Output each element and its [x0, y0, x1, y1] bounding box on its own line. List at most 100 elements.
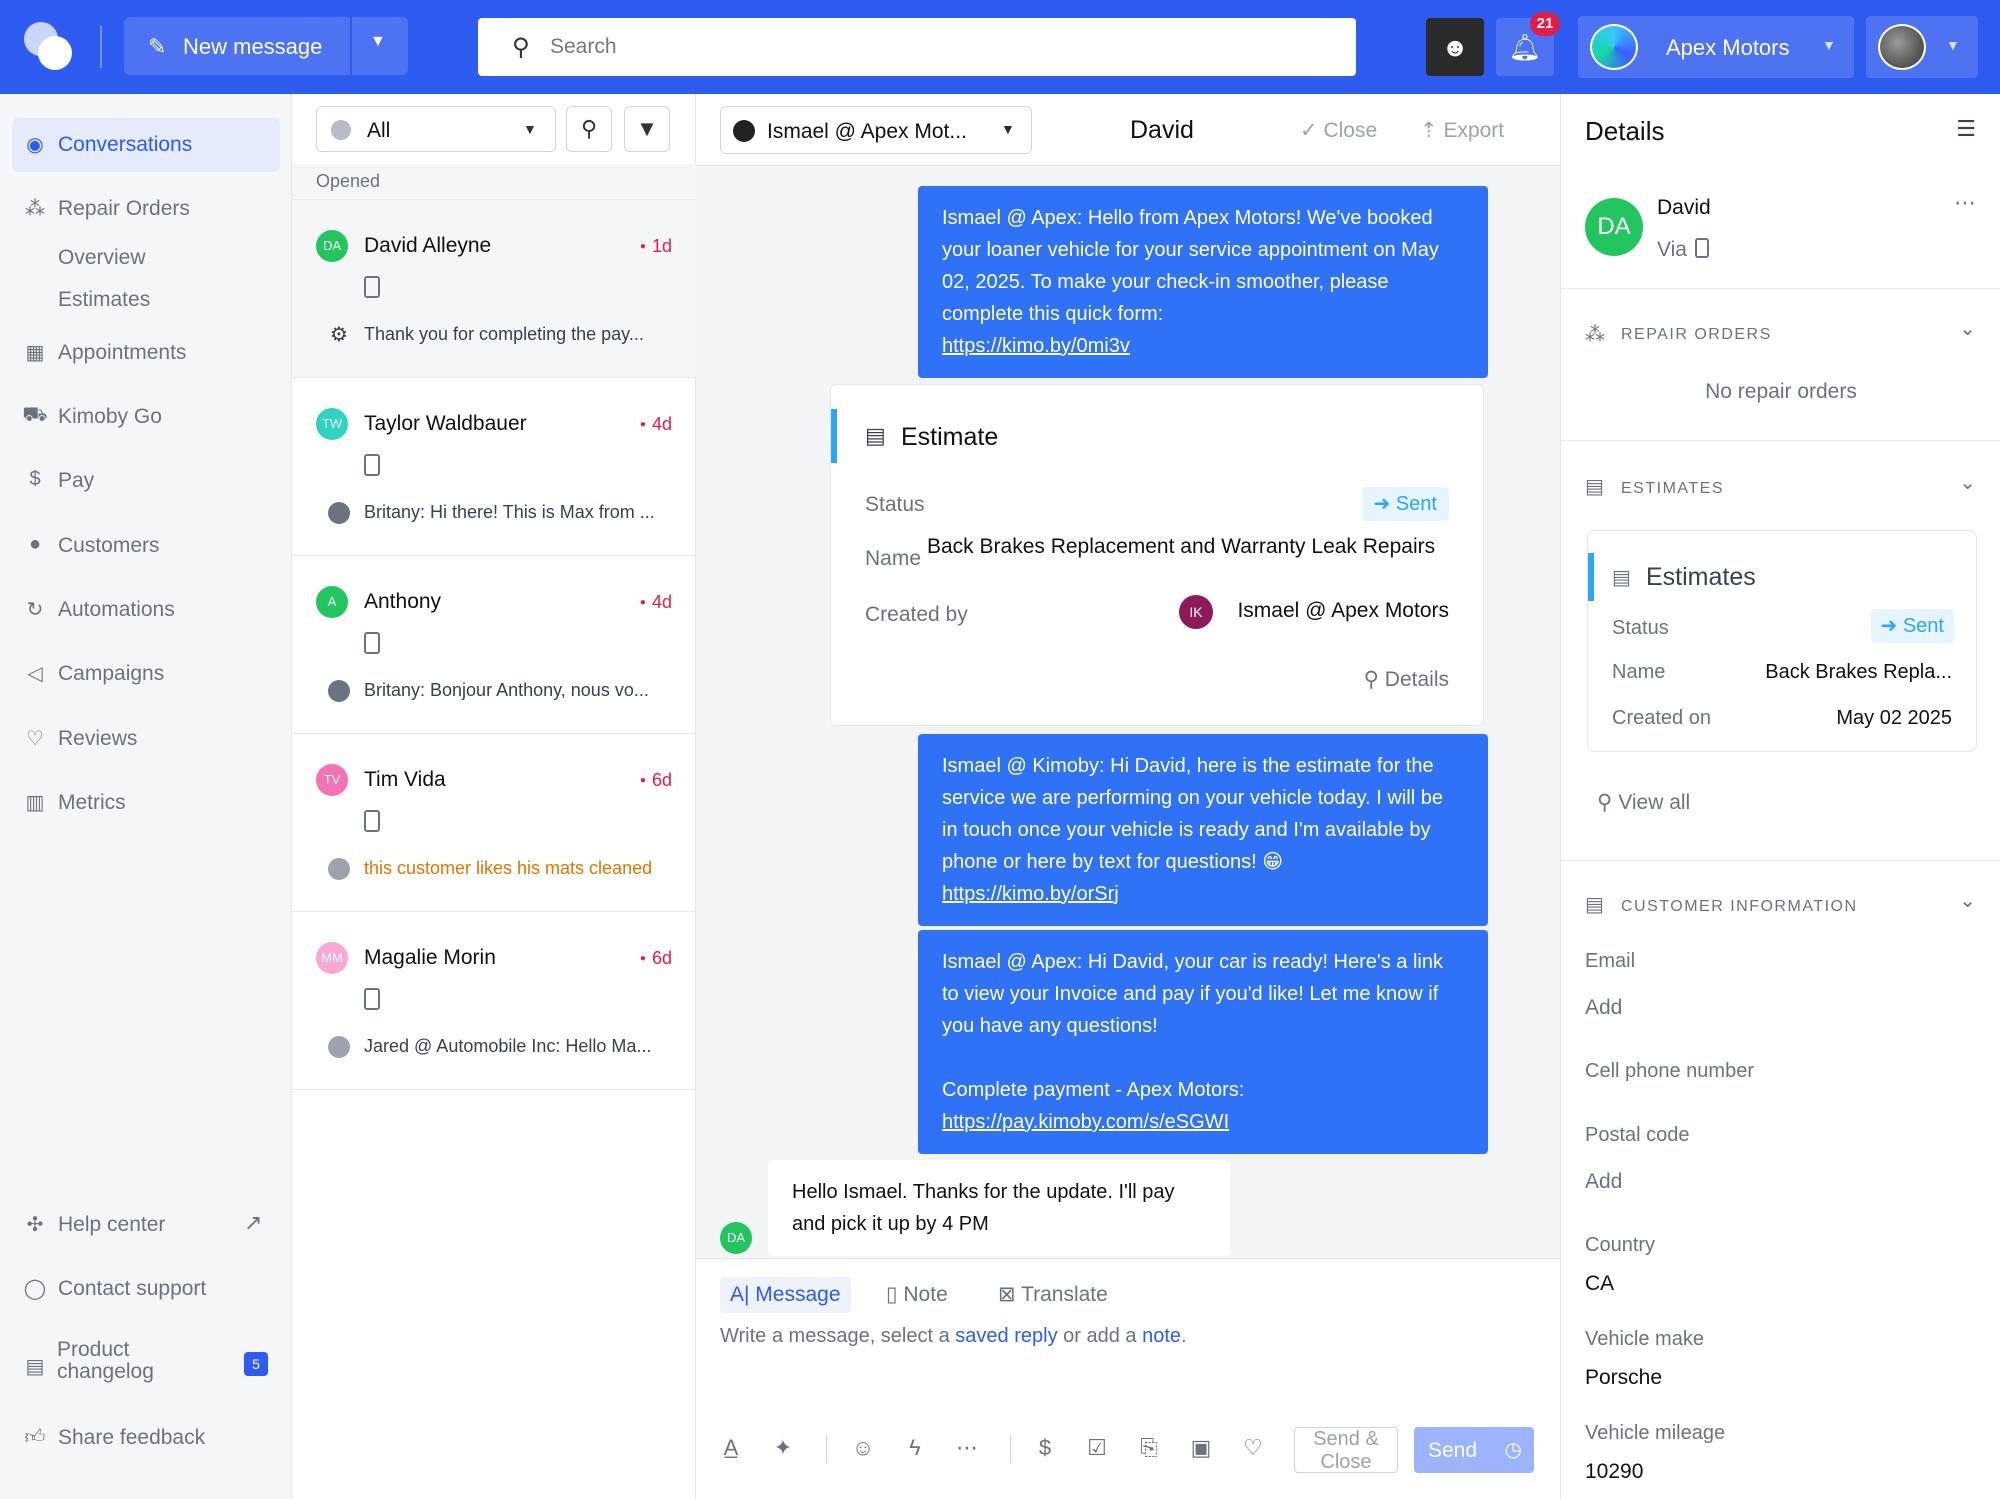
tab-message[interactable]: A| Message	[720, 1277, 851, 1313]
organization-switcher[interactable]: Apex Motors ▼	[1578, 16, 1854, 78]
sidebar-item-reviews[interactable]: ♡ Reviews	[12, 712, 280, 766]
conversation-time: 6d	[640, 948, 672, 969]
estimate-card: ▤ Estimate Status ➜ Sent Name Back Brake…	[830, 384, 1484, 726]
new-message-dropdown-icon[interactable]: ▼	[370, 33, 386, 51]
agent-select[interactable]: Ismael @ Apex Mot... ▼	[720, 106, 1032, 154]
conversation-item[interactable]: TV Tim Vida 6d this customer likes his m…	[292, 734, 696, 912]
conversation-filter-select[interactable]: All ▼	[316, 106, 556, 152]
new-message-button[interactable]: ✎ New message ▼	[124, 17, 408, 75]
user-menu[interactable]: ▼	[1866, 16, 1978, 78]
outgoing-message: Ismael @ Apex: Hello from Apex Motors! W…	[918, 186, 1488, 378]
outgoing-message: Ismael @ Kimoby: Hi David, here is the e…	[918, 734, 1488, 926]
avatar: DA	[316, 230, 348, 262]
conversation-item[interactable]: TW Taylor Waldbauer 4d Britany: Hi there…	[292, 378, 696, 556]
more-dots-icon[interactable]: ⋯	[950, 1431, 984, 1465]
conversation-list: All ▼ ⚲ ▼ Opened DA David Alleyne 1d ⚙ T…	[292, 94, 696, 1499]
car-icon: ⛟	[22, 404, 48, 426]
tab-translate[interactable]: ⊠ Translate	[988, 1277, 1118, 1313]
message-link[interactable]: https://pay.kimoby.com/s/eSGWI	[942, 1111, 1229, 1133]
customer-name: David	[1657, 196, 1711, 219]
payment-request-icon[interactable]: $	[1028, 1431, 1062, 1465]
send-and-close-button[interactable]: Send & Close	[1294, 1427, 1398, 1473]
text-format-icon[interactable]: A̲	[714, 1431, 748, 1465]
lightning-icon[interactable]: ϟ	[898, 1431, 932, 1465]
estimate-summary-card[interactable]: ▤ Estimates Status ➜ Sent Name Back Brak…	[1587, 530, 1977, 752]
sidebar-item-metrics[interactable]: ▥ Metrics	[12, 776, 280, 830]
created-by: Ismael @ Apex Motors	[1237, 599, 1449, 622]
message-link[interactable]: https://kimo.by/orSrj	[942, 883, 1119, 905]
receipt-icon: ▤	[865, 423, 886, 448]
sidebar-item-kimoby-go[interactable]: ⛟ Kimoby Go	[12, 390, 280, 444]
chevron-down-icon[interactable]: ⌄	[1959, 316, 1976, 341]
search-input[interactable]: ⚲ Search	[478, 18, 1356, 76]
chevron-down-icon[interactable]: ⌄	[1959, 470, 1976, 495]
view-all-estimates-link[interactable]: ⚲ View all	[1597, 790, 1690, 815]
conversation-item[interactable]: MM Magalie Morin 6d Jared @ Automobile I…	[292, 912, 696, 1090]
sidebar-item-pay[interactable]: $ Pay	[12, 454, 280, 508]
image-icon[interactable]: ▣	[1184, 1431, 1218, 1465]
agent-avatar	[328, 680, 350, 702]
add-postal-code-button[interactable]: Add	[1585, 1170, 1622, 1194]
sidebar-item-estimates[interactable]: Estimates	[58, 288, 150, 312]
contact-support-link[interactable]: ◯ Contact support	[12, 1262, 280, 1316]
sidebar-item-customers[interactable]: ● Customers	[12, 519, 280, 573]
filter-icon: ▼	[636, 116, 658, 141]
conversation-header: Ismael @ Apex Mot... ▼ David ✓ Close ⇡ E…	[696, 94, 1560, 166]
product-changelog-link[interactable]: ▤ Product changelog	[12, 1330, 280, 1400]
close-conversation-button[interactable]: ✓ Close	[1300, 118, 1377, 143]
text-cursor-icon: A|	[730, 1283, 756, 1306]
sidebar-item-appointments[interactable]: ▦ Appointments	[12, 326, 280, 380]
more-options-icon[interactable]: ⋯	[1954, 190, 1976, 216]
sidebar-item-campaigns[interactable]: ◁ Campaigns	[12, 647, 280, 701]
estimates-section-heading: ESTIMATES	[1621, 480, 1724, 497]
share-feedback-link[interactable]: 👍︎ Share feedback	[12, 1411, 280, 1465]
conversation-name: Tim Vida	[364, 768, 446, 791]
sidebar-item-automations[interactable]: ↻ Automations	[12, 583, 280, 637]
country-value: CA	[1585, 1272, 1615, 1295]
filter-button[interactable]: ▼	[624, 106, 670, 152]
vehicle-mileage-value: 10290	[1585, 1460, 1644, 1483]
message-input[interactable]: Write a message, select a saved reply or…	[720, 1325, 1187, 1348]
export-button[interactable]: ⇡ Export	[1420, 118, 1504, 143]
organization-name: Apex Motors	[1666, 35, 1790, 60]
sidebar-item-overview[interactable]: Overview	[58, 246, 146, 270]
note-link[interactable]: note	[1142, 1325, 1181, 1347]
chevron-down-icon: ▼	[523, 121, 537, 137]
send-button[interactable]: Send ◷	[1414, 1427, 1534, 1473]
mobile-phone-icon	[364, 632, 380, 654]
mobile-phone-icon	[364, 454, 380, 476]
ai-sparkle-icon[interactable]: ✦	[766, 1431, 800, 1465]
chevron-down-icon[interactable]: ⌄	[1959, 888, 1976, 913]
note-icon: ▯	[886, 1283, 904, 1306]
conversation-item[interactable]: DA David Alleyne 1d ⚙ Thank you for comp…	[292, 200, 696, 378]
person-icon	[331, 120, 351, 140]
review-heart-icon[interactable]: ♡	[1236, 1431, 1270, 1465]
search-document-icon: ⚲	[1597, 791, 1619, 814]
sidebar-item-conversations[interactable]: ◉ Conversations	[12, 118, 280, 172]
list-icon[interactable]: ☰	[1956, 116, 1976, 142]
schedule-icon[interactable]: ◷	[1505, 1437, 1522, 1462]
tab-note[interactable]: ▯ Note	[876, 1277, 958, 1313]
saved-reply-link[interactable]: saved reply	[955, 1325, 1057, 1347]
help-center-link[interactable]: ✣ Help center ↗	[12, 1198, 280, 1252]
conversation-name: Anthony	[364, 590, 442, 613]
checklist-icon[interactable]: ☑	[1080, 1431, 1114, 1465]
clipboard-icon: ▤	[25, 1356, 45, 1378]
emoji-icon[interactable]: ☺	[846, 1431, 880, 1465]
details-heading: Details	[1585, 116, 1665, 146]
repair-orders-section-heading: REPAIR ORDERS	[1621, 326, 1772, 343]
conversation-name: Taylor Waldbauer	[364, 412, 527, 435]
message-link[interactable]: https://kimo.by/0mi3v	[942, 335, 1130, 357]
vehicle-make-value: Porsche	[1585, 1366, 1663, 1389]
conversation-preview: Jared @ Automobile Inc: Hello Ma...	[364, 1036, 652, 1056]
chat-support-button[interactable]: ☻	[1426, 18, 1484, 76]
sidebar-item-repair-orders[interactable]: ⁂ Repair Orders	[12, 182, 280, 236]
search-conversations-button[interactable]: ⚲	[566, 106, 612, 152]
paperclip-icon[interactable]: ⎘	[1132, 1431, 1166, 1465]
status-badge: ➜ Sent	[1870, 609, 1954, 643]
add-email-button[interactable]: Add	[1585, 996, 1622, 1020]
arrow-right-icon: ➜	[1373, 493, 1396, 515]
kimoby-logo[interactable]	[24, 22, 76, 72]
estimate-details-link[interactable]: ⚲ Details	[1364, 667, 1449, 692]
conversation-item[interactable]: A Anthony 4d Britany: Bonjour Anthony, n…	[292, 556, 696, 734]
